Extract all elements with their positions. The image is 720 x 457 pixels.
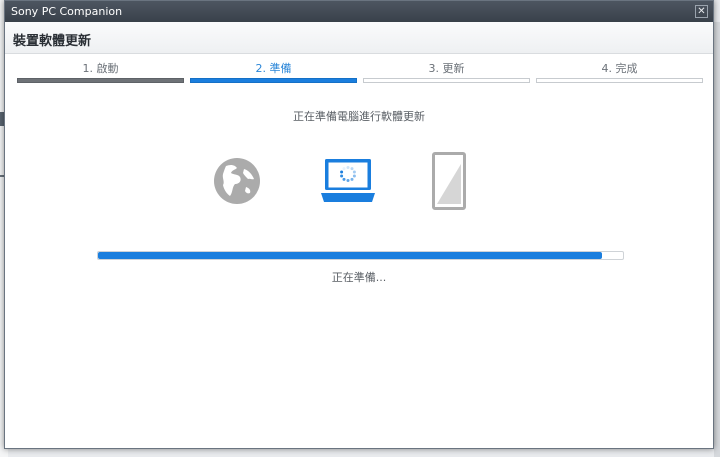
globe-icon [214, 158, 260, 204]
step-label: 3. 更新 [428, 62, 465, 75]
progress-bar [97, 251, 624, 260]
progress-text: 正在準備... [331, 271, 387, 284]
close-button[interactable]: ✕ [695, 5, 708, 18]
window-title: Sony PC Companion [11, 5, 123, 18]
step-label: 1. 啟動 [82, 62, 119, 75]
update-dialog: Sony PC Companion ✕ 裝置軟體更新 1. 啟動 2. 準備 3… [4, 0, 714, 449]
title-bar[interactable]: Sony PC Companion ✕ [5, 1, 713, 22]
progress-fill [98, 252, 602, 259]
step-label: 4. 完成 [601, 62, 638, 75]
stepper: 1. 啟動 2. 準備 3. 更新 4. 完成 [17, 58, 707, 88]
step-bar [190, 78, 357, 83]
step-4: 4. 完成 [536, 58, 703, 88]
step-3: 3. 更新 [363, 58, 530, 88]
page-title: 裝置軟體更新 [13, 34, 92, 49]
step-label: 2. 準備 [255, 62, 292, 75]
step-bar [363, 78, 530, 83]
phone-icon [432, 152, 466, 210]
step-bar [17, 78, 184, 83]
step-1: 1. 啟動 [17, 58, 184, 88]
background-app-edge [714, 22, 720, 457]
step-bar [536, 78, 703, 83]
dialog-header: 裝置軟體更新 [5, 22, 713, 54]
status-text: 正在準備電腦進行軟體更新 [293, 110, 425, 123]
laptop-loading-icon [321, 159, 375, 202]
step-2: 2. 準備 [190, 58, 357, 88]
process-icons [5, 149, 713, 214]
